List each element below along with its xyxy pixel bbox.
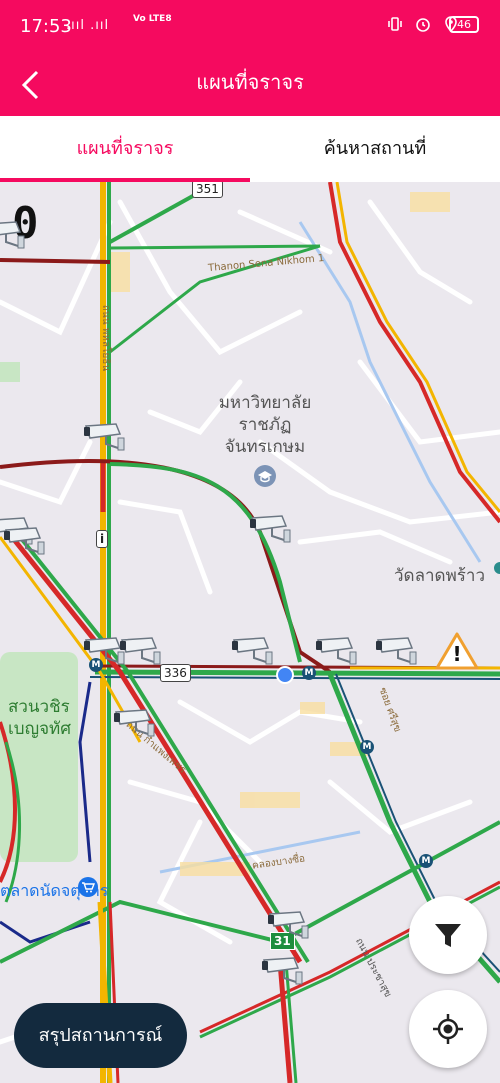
status-time: 17:53 — [20, 16, 72, 37]
cctv-camera-icon[interactable] — [266, 906, 312, 942]
cctv-camera-icon[interactable] — [374, 632, 420, 668]
tab-search-place[interactable]: ค้นหาสถานที่ — [250, 116, 500, 182]
cctv-camera-icon[interactable] — [260, 952, 306, 988]
place-marker[interactable] — [494, 562, 500, 574]
filter-button[interactable] — [409, 896, 487, 974]
cctv-camera-icon[interactable] — [248, 510, 294, 546]
vibrate-icon — [388, 17, 402, 31]
signal-strength-icon: .ııl .ııl — [66, 18, 110, 33]
situation-summary-button[interactable]: สรุปสถานการณ์ — [14, 1003, 187, 1068]
volte-badge: Vo LTE8 — [133, 14, 172, 24]
school-icon — [254, 465, 276, 487]
route-shield-351: 351 — [192, 182, 223, 198]
tab-bar: แผนที่จราจร ค้นหาสถานที่ — [0, 116, 500, 182]
cctv-camera-icon[interactable] — [112, 704, 158, 740]
page-title: แผนที่จราจร — [196, 70, 304, 94]
road-label-phahonyothin: ถนน พหลโยธิน — [100, 304, 112, 372]
my-location-dot — [276, 666, 294, 684]
alarm-icon — [415, 18, 430, 32]
warning-triangle-icon[interactable]: ! — [434, 631, 480, 671]
cctv-camera-icon[interactable] — [0, 216, 28, 252]
metro-station-marker[interactable]: M — [360, 740, 374, 754]
cctv-camera-icon[interactable] — [118, 632, 164, 668]
cctv-camera-icon[interactable] — [2, 522, 48, 558]
tab-traffic-map[interactable]: แผนที่จราจร — [0, 116, 250, 182]
shopping-cart-icon — [78, 877, 98, 897]
status-bar: 17:53 .ııl .ııl Vo LTE8 46 — [0, 0, 500, 52]
app-bar: แผนที่จราจร — [0, 52, 500, 116]
university-label: มหาวิทยาลัย ราชภัฏ จันทรเกษม — [218, 393, 312, 457]
temple-label: วัดลาดพร้าว — [394, 566, 486, 586]
battery-indicator: 46 — [449, 16, 479, 33]
cctv-camera-icon[interactable] — [230, 632, 276, 668]
filter-icon — [435, 924, 461, 947]
locate-me-button[interactable] — [409, 990, 487, 1068]
cctv-camera-icon[interactable] — [314, 632, 360, 668]
metro-station-marker[interactable]: M — [419, 854, 433, 868]
warning-symbol: ! — [452, 642, 462, 666]
cctv-camera-icon[interactable] — [82, 418, 128, 454]
route-shield-info: i — [96, 530, 109, 548]
route-shield-336: 336 — [160, 664, 191, 682]
park-label: สวนวชิร เบญจทัศ — [8, 697, 72, 739]
crosshair-icon — [433, 1014, 463, 1044]
metro-station-marker[interactable]: M — [302, 666, 316, 680]
